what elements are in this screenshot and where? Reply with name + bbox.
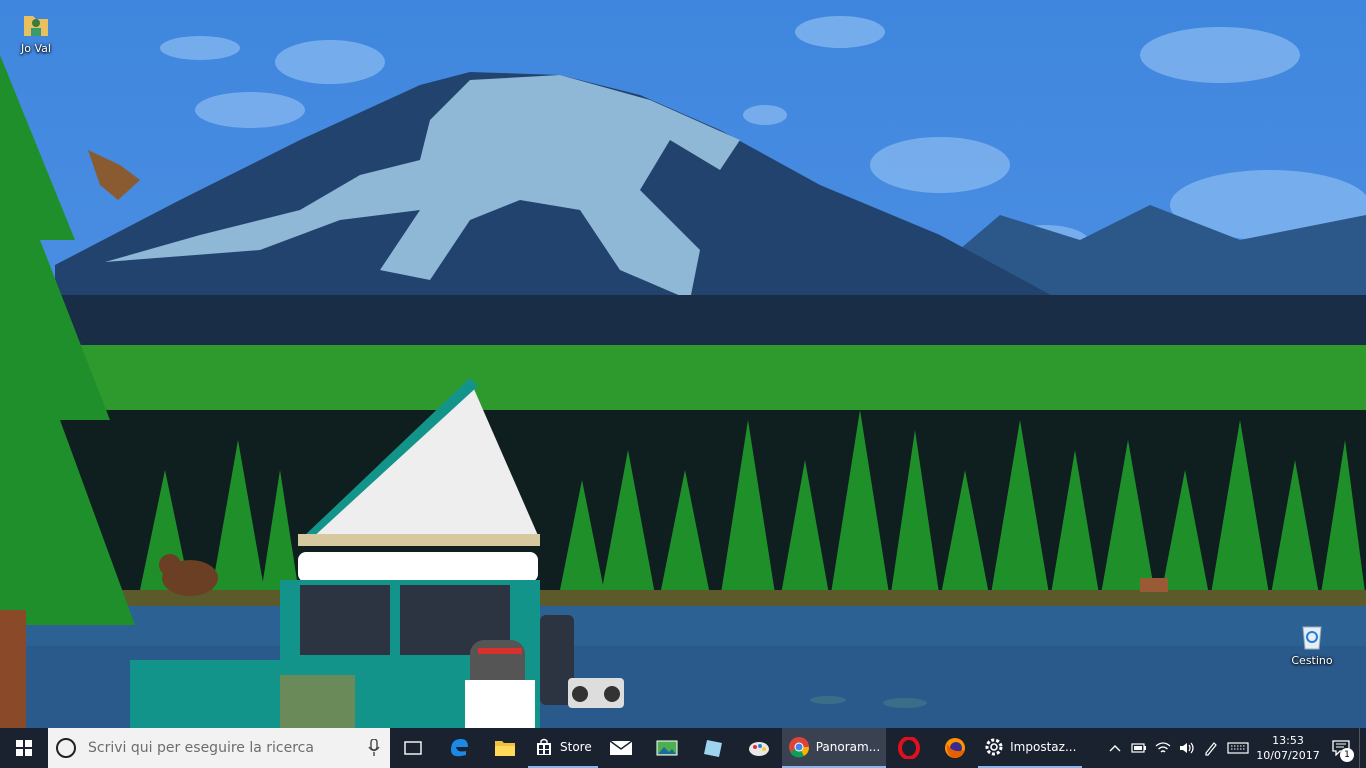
sticky-notes-icon [703,740,722,757]
store-bag-icon [537,738,551,755]
gear-icon [985,738,1003,756]
network-tray-button[interactable] [1151,728,1175,768]
opera-icon [898,737,921,759]
desktop-icon-label: Jo Val [21,42,51,55]
wallpaper [0,0,1366,728]
desktop-icon-user[interactable]: Jo Val [6,8,66,55]
paint-palette-icon [748,742,769,756]
desktop-icon-recycle-bin[interactable]: Cestino [1282,620,1342,667]
folder-icon [495,741,515,756]
taskbar-app-firefox[interactable] [932,728,978,768]
speaker-icon [1180,742,1194,754]
notification-count-badge: 1 [1340,748,1354,762]
keyboard-icon [1227,742,1249,754]
action-center-button[interactable]: 1 [1323,728,1359,768]
chrome-icon [788,737,809,758]
pen-workspace-tray-button[interactable] [1199,728,1223,768]
settings-window-label: Impostaz... [1010,740,1077,754]
taskbar-app-photos[interactable] [644,728,690,768]
taskbar: Store Panoram... [0,728,1366,768]
taskbar-app-settings[interactable]: Impostaz... [978,728,1083,768]
clock-date: 10/07/2017 [1256,749,1320,762]
search-input[interactable] [86,739,368,757]
start-button[interactable] [0,728,48,768]
cortana-icon [56,738,76,758]
taskbar-app-mail[interactable] [598,728,644,768]
taskbar-app-sticky-notes[interactable] [690,728,736,768]
show-hidden-icons-button[interactable] [1103,728,1127,768]
clock-time: 13:53 [1272,734,1304,747]
search-box[interactable] [48,728,390,768]
battery-tray-button[interactable] [1127,728,1151,768]
desktop-icon-label: Cestino [1291,654,1333,667]
windows-logo-icon [16,740,32,756]
microphone-icon[interactable] [368,739,380,757]
taskbar-app-edge[interactable] [436,728,482,768]
taskbar-app-file-explorer[interactable] [482,728,528,768]
chrome-window-label: Panoram... [815,740,881,754]
wifi-icon [1155,742,1171,753]
taskbar-app-chrome[interactable]: Panoram... [781,728,887,768]
taskbar-app-store[interactable]: Store [528,728,598,768]
store-label: Store [560,740,592,754]
task-view-icon [404,741,422,755]
pen-icon [1205,742,1217,756]
user-folder-icon [24,16,48,36]
task-view-button[interactable] [390,728,436,768]
touch-keyboard-tray-button[interactable] [1223,728,1253,768]
firefox-icon [945,738,966,758]
edge-icon [451,739,468,757]
recycle-bin-icon [1302,626,1322,650]
mail-icon [609,740,633,755]
photos-icon [656,740,678,756]
battery-icon [1131,743,1146,753]
desktop: Jo Val Cestino [0,0,1366,728]
taskbar-app-paint[interactable] [736,728,782,768]
clock[interactable]: 13:53 10/07/2017 [1253,733,1323,763]
show-desktop-button[interactable] [1359,728,1366,768]
volume-tray-button[interactable] [1175,728,1199,768]
taskbar-app-opera[interactable] [886,728,932,768]
chevron-up-icon [1109,745,1121,752]
